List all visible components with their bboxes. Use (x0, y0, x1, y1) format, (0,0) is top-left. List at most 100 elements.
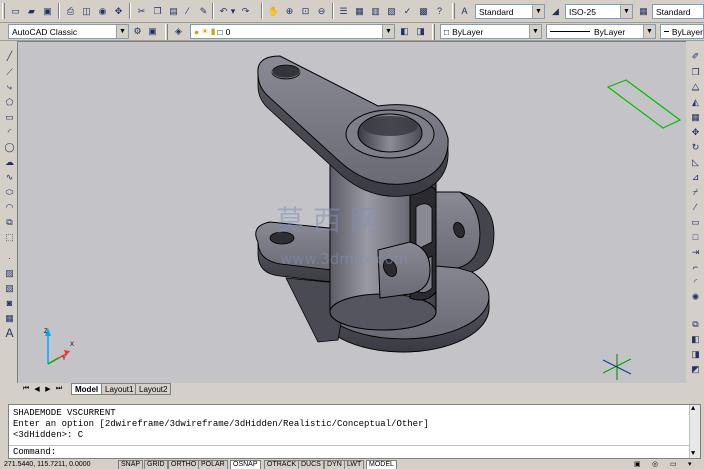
text-style-select[interactable]: Standard ▼ (475, 4, 545, 19)
viewport-icon[interactable]: ▣ (634, 460, 641, 469)
hatch-icon[interactable]: ▨ (2, 266, 17, 281)
match-properties-icon[interactable]: ⁄ (180, 4, 195, 19)
help-icon[interactable]: ? (432, 4, 447, 19)
workspace-save-icon[interactable]: ▣ (146, 25, 159, 38)
text-front-icon[interactable]: ◩ (688, 362, 703, 377)
scroll-up-icon[interactable]: ▲ (691, 405, 695, 413)
break-at-point-icon[interactable]: ▭ (688, 215, 703, 230)
chamfer-icon[interactable]: ⌐ (688, 260, 703, 275)
linetype-select[interactable]: ByLayer ▼ (546, 24, 656, 39)
lineweight-select[interactable]: ByLayer (660, 24, 704, 39)
publish-icon[interactable]: ◉ (95, 4, 110, 19)
table-style-icon[interactable]: ▦ (636, 4, 651, 19)
trim-icon[interactable]: ⌿ (688, 185, 703, 200)
rectangle-icon[interactable]: ▭ (2, 110, 17, 125)
construction-line-icon[interactable]: ⟋ (2, 65, 17, 80)
tab-model[interactable]: Model (71, 383, 103, 395)
osnap-toggle[interactable]: OSNAP (230, 460, 261, 469)
chevron-down-icon[interactable]: ▼ (643, 25, 655, 38)
ortho-toggle[interactable]: ORTHO (168, 460, 200, 469)
sheet-set-icon[interactable]: ▧ (384, 4, 399, 19)
region-icon[interactable]: ◙ (2, 296, 17, 311)
point-icon[interactable]: · (2, 251, 17, 266)
model-toggle[interactable]: MODEL (366, 460, 397, 469)
move-icon[interactable]: ✥ (688, 125, 703, 140)
pan-icon[interactable]: ✋ (266, 4, 281, 19)
circle-icon[interactable]: ◯ (2, 140, 17, 155)
gradient-icon[interactable]: ▧ (2, 281, 17, 296)
send-back-icon[interactable]: ◨ (688, 347, 703, 362)
color-select[interactable]: □ ByLayer ▼ (440, 24, 542, 39)
ducs-toggle[interactable]: DUCS (298, 460, 324, 469)
new-file-icon[interactable]: ▭ (8, 4, 23, 19)
dim-style-icon[interactable]: ◢ (548, 4, 563, 19)
array-icon[interactable]: ▦ (688, 110, 703, 125)
grid-toggle[interactable]: GRID (144, 460, 168, 469)
make-layer-current-icon[interactable]: ◧ (398, 25, 411, 38)
join-icon[interactable]: ⇥ (688, 245, 703, 260)
3d-dwf-icon[interactable]: ✥ (111, 4, 126, 19)
table-icon[interactable]: ▦ (2, 311, 17, 326)
properties-icon[interactable]: ☰ (336, 4, 351, 19)
copy-object-icon[interactable]: ❐ (688, 65, 703, 80)
explode-icon[interactable]: ✺ (688, 290, 703, 305)
otrack-toggle[interactable]: OTRACK (264, 460, 300, 469)
design-center-icon[interactable]: ▦ (352, 4, 367, 19)
stretch-icon[interactable]: ⊿ (688, 170, 703, 185)
prev-tab-icon[interactable]: ◀ (32, 384, 42, 394)
toolbar-grip[interactable] (2, 3, 5, 19)
break-icon[interactable]: □ (688, 230, 703, 245)
erase-icon[interactable]: ✐ (688, 49, 703, 64)
rotate-icon[interactable]: ↻ (688, 140, 703, 155)
markup-icon[interactable]: ✓ (400, 4, 415, 19)
block-editor-icon[interactable]: ✎ (196, 4, 211, 19)
offset-icon[interactable]: ◭ (688, 95, 703, 110)
cut-icon[interactable]: ✂ (134, 4, 149, 19)
zoom-realtime-icon[interactable]: ⊕ (282, 4, 297, 19)
tray-settings-icon[interactable]: ▾ (688, 460, 692, 469)
ellipse-icon[interactable]: ⬭ (2, 185, 17, 200)
command-scrollbar[interactable]: ▲ ▼ (689, 405, 700, 458)
polyline-icon[interactable]: ⤷ (2, 80, 17, 95)
paste-icon[interactable]: ▤ (166, 4, 181, 19)
toolbar-grip[interactable] (165, 24, 168, 40)
chevron-down-icon[interactable]: ▼ (620, 5, 632, 18)
spline-icon[interactable]: ∿ (2, 170, 17, 185)
multiline-text-icon[interactable]: A (2, 325, 17, 340)
layer-manager-icon[interactable]: ◈ (172, 25, 185, 38)
polar-toggle[interactable]: POLAR (198, 460, 228, 469)
revision-cloud-icon[interactable]: ☁ (2, 155, 17, 170)
zoom-window-icon[interactable]: ⊡ (298, 4, 313, 19)
text-style-icon[interactable]: A (457, 4, 472, 19)
insert-block-icon[interactable]: ⧉ (2, 215, 17, 230)
scroll-down-icon[interactable]: ▼ (691, 450, 695, 458)
tab-layout1[interactable]: Layout1 (101, 383, 138, 395)
chevron-down-icon[interactable]: ▼ (532, 5, 544, 18)
plot-preview-icon[interactable]: ◫ (79, 4, 94, 19)
chevron-down-icon[interactable]: ▼ (529, 25, 541, 38)
bring-front-icon[interactable]: ◧ (688, 332, 703, 347)
ellipse-arc-icon[interactable]: ◠ (2, 200, 17, 215)
snap-toggle[interactable]: SNAP (118, 460, 144, 469)
command-window[interactable]: SHADEMODE VSCURRENT Enter an option [2dw… (8, 404, 701, 459)
toolbar-grip[interactable] (452, 3, 455, 19)
copy-icon[interactable]: ❐ (150, 4, 165, 19)
last-tab-icon[interactable]: ⏭ (54, 384, 64, 394)
line-icon[interactable]: ╱ (2, 49, 17, 64)
command-prompt[interactable]: Command: (13, 447, 56, 457)
chevron-down-icon[interactable]: ▼ (116, 25, 128, 38)
redo-icon[interactable]: ↷ (238, 4, 253, 19)
dim-style-select[interactable]: ISO-25 ▼ (565, 4, 633, 19)
lwt-toggle[interactable]: LWT (344, 460, 365, 469)
lock-icon[interactable]: ▭ (670, 460, 677, 469)
arc-icon[interactable]: ◜ (2, 125, 17, 140)
chevron-down-icon[interactable]: ▼ (382, 25, 394, 38)
fillet-icon[interactable]: ◜ (688, 275, 703, 290)
polygon-icon[interactable]: ⬠ (2, 95, 17, 110)
model-canvas[interactable]: 莫 西 网 www.3dmox.com Z X Y (18, 42, 686, 383)
layer-select[interactable]: ● ☀ ▮ □ 0 ▼ (190, 24, 395, 39)
wireframe-object[interactable] (606, 79, 682, 129)
layer-previous-icon[interactable]: ◨ (414, 25, 427, 38)
table-style-select[interactable]: Standard (652, 4, 704, 19)
drawing-viewport[interactable]: 莫 西 网 www.3dmox.com Z X Y (17, 41, 686, 383)
